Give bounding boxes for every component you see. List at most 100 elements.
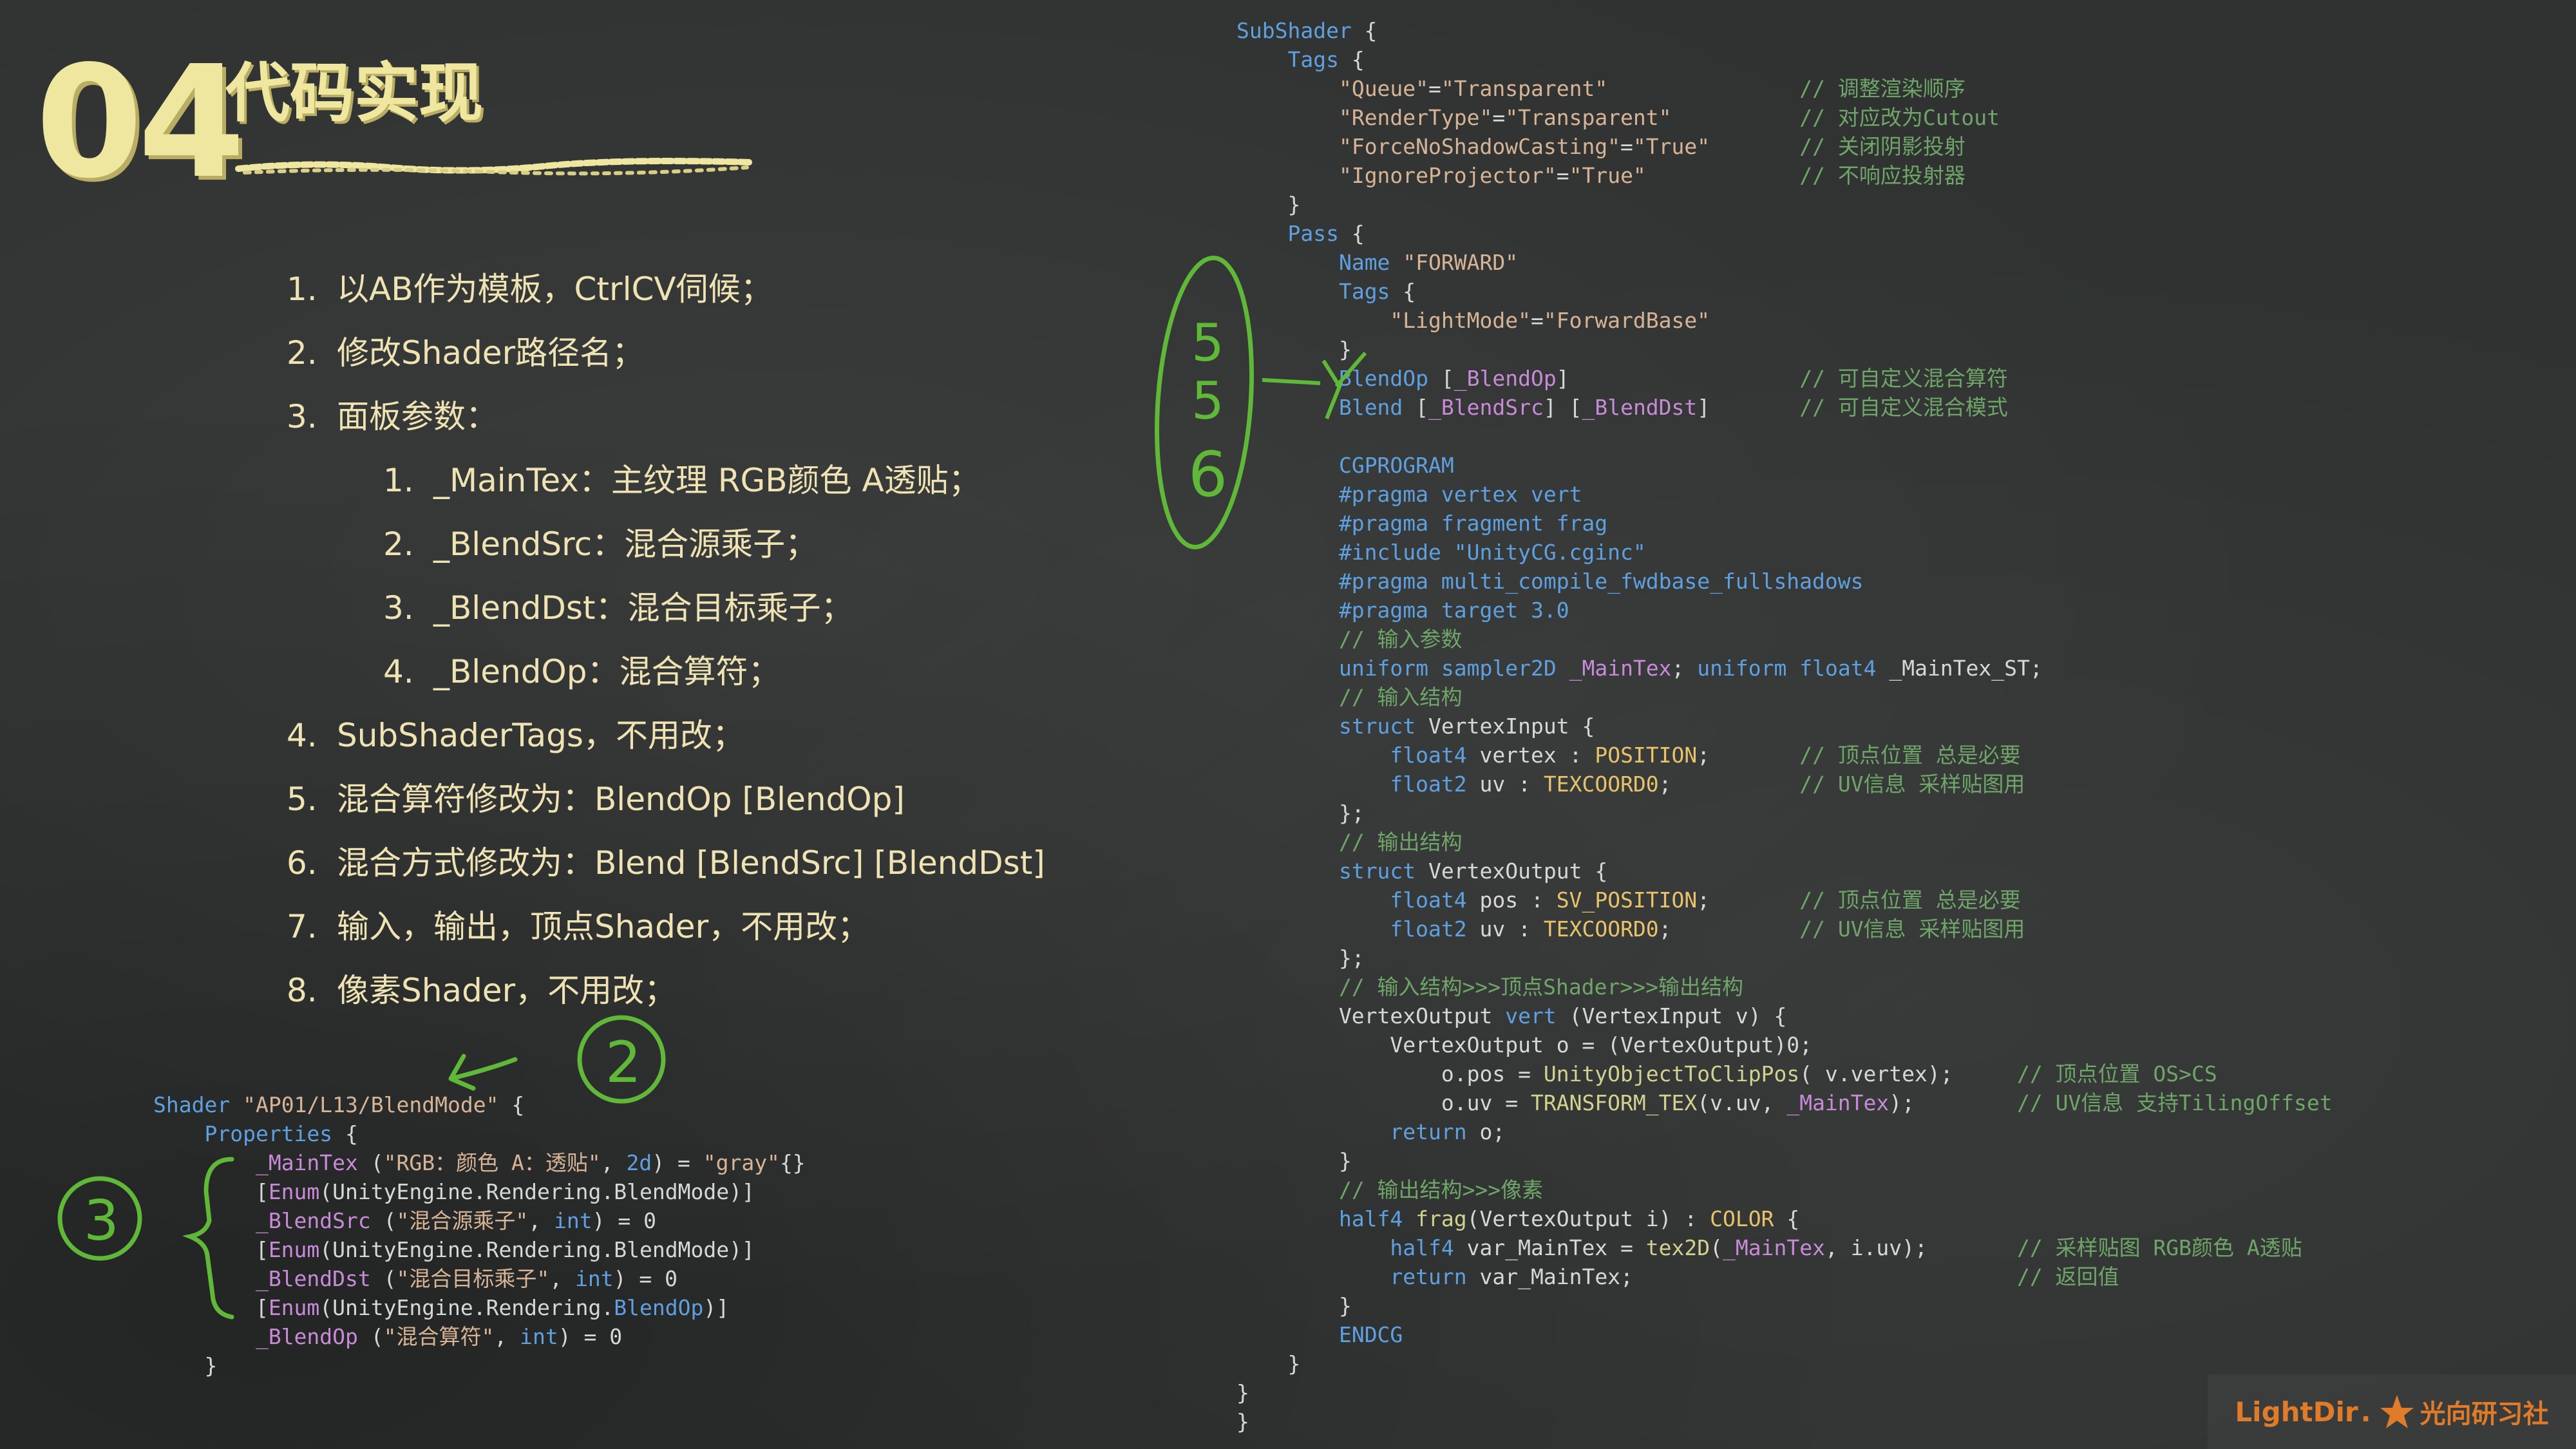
step-number: 7. [287, 908, 317, 945]
step-text: 混合方式修改为：Blend [BlendSrc] [BlendDst] [337, 844, 1045, 882]
code-line: "ForceNoShadowCasting"="True" // 关闭阴影投射 [1338, 134, 1965, 159]
brand-logo: LightDir . 光向研习社 [2208, 1374, 2576, 1449]
code-line: float4 vertex : POSITION; // 顶点位置 总是必要 [1390, 743, 2021, 768]
annotation-circle-2 [577, 1015, 666, 1104]
section-number: 04 [35, 32, 245, 213]
code-line: } [1236, 337, 1352, 362]
step-number: 4. [383, 653, 414, 690]
code-line: // 输入结构>>>顶点Shader>>>输出结构 [1338, 974, 1743, 999]
step-item: 4. SubShaderTags，不用改； [287, 704, 1045, 768]
chalk-underline [235, 158, 753, 176]
step-item: 7. 输入，输出，顶点Shader，不用改； [287, 895, 1045, 959]
step-number: 8. [287, 972, 317, 1009]
code-line: _MainTex ("RGB：颜色 A：透贴", 2d) = "gray"{} [255, 1150, 806, 1175]
code-line: #pragma target 3.0 [1236, 598, 1569, 623]
code-line: Blend [_BlendSrc] [_BlendDst] // 可自定义混合模… [1338, 395, 2008, 420]
logo-star-icon [2380, 1395, 2414, 1428]
step-item: 2. _BlendSrc：混合源乘子； [287, 513, 1045, 576]
code-line: #pragma vertex vert [1236, 482, 1582, 507]
code-line: } [1236, 1351, 1301, 1376]
code-line: [Enum(UnityEngine.Rendering.BlendMode)] [153, 1179, 755, 1204]
code-line: Pass { [1287, 221, 1365, 246]
step-text: _BlendDst：混合目标乘子； [433, 589, 853, 627]
code-line: struct VertexOutput { [1338, 858, 1608, 884]
step-text: _BlendOp：混合算符； [433, 653, 781, 690]
code-line: Shader "AP01/L13/BlendMode" { [153, 1092, 525, 1117]
step-text: 混合算符修改为：BlendOp [BlendOp] [337, 781, 905, 818]
code-line: } [1236, 1148, 1352, 1173]
code-line: #pragma multi_compile_fwdbase_fullshadow… [1236, 569, 1864, 594]
annotation-label-3: 3 [84, 1189, 119, 1253]
code-line: } [1236, 192, 1301, 217]
step-number: 3. [383, 589, 414, 627]
code-line: #include "UnityCG.cginc" [1236, 540, 1646, 565]
code-line: Tags { [1338, 279, 1416, 304]
step-number: 5. [287, 781, 317, 818]
code-line: float2 uv : TEXCOORD0; // UV信息 采样贴图用 [1390, 916, 2025, 942]
code-line: SubShader { [1236, 18, 1378, 43]
code-line: o.pos = UnityObjectToClipPos( v.vertex);… [1236, 1061, 2217, 1086]
code-line: VertexOutput o = (VertexOutput)0; [1236, 1032, 1813, 1057]
step-text: _BlendSrc：混合源乘子； [433, 526, 818, 563]
step-list: 1. 以AB作为模板，CtrlCV伺候； 2. 修改Shader路径名； 3. 面板参数：… [287, 258, 1045, 1023]
code-line: half4 var_MainTex = tex2D(_MainTex, i.uv… [1390, 1235, 2302, 1260]
code-line: Name "FORWARD" [1338, 250, 1519, 275]
step-number: 1. [383, 462, 414, 499]
code-line: "RenderType"="Transparent" // 对应改为Cutout [1338, 105, 2000, 130]
code-line: BlendOp [_BlendOp] // 可自定义混合算符 [1338, 366, 2008, 391]
code-line: VertexOutput vert (VertexInput v) { [1236, 1003, 1787, 1028]
step-number: 6. [287, 844, 317, 882]
code-line: "Queue"="Transparent" // 调整渲染顺序 [1338, 76, 1965, 101]
step-text: _MainTex：主纹理 RGB颜色 A透贴； [433, 462, 981, 499]
code-line: } [1236, 1293, 1352, 1318]
step-item: 4. _BlendOp：混合算符； [287, 640, 1045, 704]
code-line: uniform sampler2D _MainTex; uniform floa… [1338, 656, 2043, 681]
step-item: 2. 修改Shader路径名； [287, 321, 1045, 385]
code-line: struct VertexInput { [1338, 714, 1595, 739]
annotation-arrow-2 [448, 1054, 518, 1091]
code-line: } [1236, 1409, 1249, 1434]
code-line: } [1236, 1380, 1249, 1405]
annotation-label-6: 6 [1188, 439, 1227, 511]
code-line: // 输入结构 [1338, 685, 1463, 710]
step-item: 6. 混合方式修改为：Blend [BlendSrc] [BlendDst] [287, 831, 1045, 895]
code-line: o.uv = TRANSFORM_TEX(v.uv, _MainTex); //… [1236, 1090, 2333, 1115]
logo-chinese-name: 光向研习社 [2420, 1399, 2549, 1429]
code-line: Tags { [1287, 47, 1365, 72]
step-item: 8. 像素Shader，不用改； [287, 959, 1045, 1023]
shader-properties-code: Shader "AP01/L13/BlendMode" { Properties… [153, 1090, 806, 1380]
step-item: 1. _MainTex：主纹理 RGB颜色 A透贴； [287, 449, 1045, 513]
code-line: ENDCG [1338, 1322, 1403, 1347]
step-number: 4. [287, 717, 317, 754]
code-line: [Enum(UnityEngine.Rendering.BlendOp)] [153, 1295, 730, 1320]
code-line: // 输入参数 [1338, 627, 1463, 652]
code-line: Properties { [204, 1121, 358, 1146]
code-line: return var_MainTex; // 返回值 [1390, 1264, 2119, 1289]
code-line: [Enum(UnityEngine.Rendering.BlendMode)] [153, 1237, 755, 1262]
logo-brand: LightDir [2235, 1396, 2358, 1428]
step-item: 3. 面板参数： [287, 385, 1045, 449]
annotation-circle-3 [57, 1176, 142, 1261]
code-line: _BlendOp ("混合算符", int) = 0 [255, 1324, 623, 1349]
code-line: #pragma fragment frag [1236, 511, 1608, 536]
annotation-label-5b: 5 [1191, 371, 1224, 431]
section-title: 代码实现 [225, 55, 483, 131]
code-line: float2 uv : TEXCOORD0; // UV信息 采样贴图用 [1390, 772, 2025, 797]
step-item: 5. 混合算符修改为：BlendOp [BlendOp] [287, 768, 1045, 831]
step-text: 以AB作为模板，CtrlCV伺候； [337, 270, 773, 308]
code-line: // 输出结构 [1338, 829, 1463, 855]
code-line: _BlendDst ("混合目标乘子", int) = 0 [255, 1266, 677, 1291]
step-text: SubShaderTags，不用改； [337, 717, 744, 754]
code-line: half4 frag(VertexOutput i) : COLOR { [1338, 1206, 1800, 1231]
annotation-label-5: 5 [1191, 313, 1224, 373]
code-line: float4 pos : SV_POSITION; // 顶点位置 总是必要 [1390, 887, 2021, 913]
code-line: }; [1236, 945, 1365, 971]
step-number: 2. [287, 334, 317, 372]
subshader-code: SubShader { Tags { "Queue"="Transparent"… [1236, 16, 2333, 1436]
code-line: _BlendSrc ("混合源乘子", int) = 0 [255, 1208, 656, 1233]
logo-separator: . [2360, 1396, 2371, 1428]
step-item: 1. 以AB作为模板，CtrlCV伺候； [287, 258, 1045, 321]
step-text: 面板参数： [337, 398, 498, 435]
code-line: "IgnoreProjector"="True" // 不响应投射器 [1338, 163, 1965, 188]
